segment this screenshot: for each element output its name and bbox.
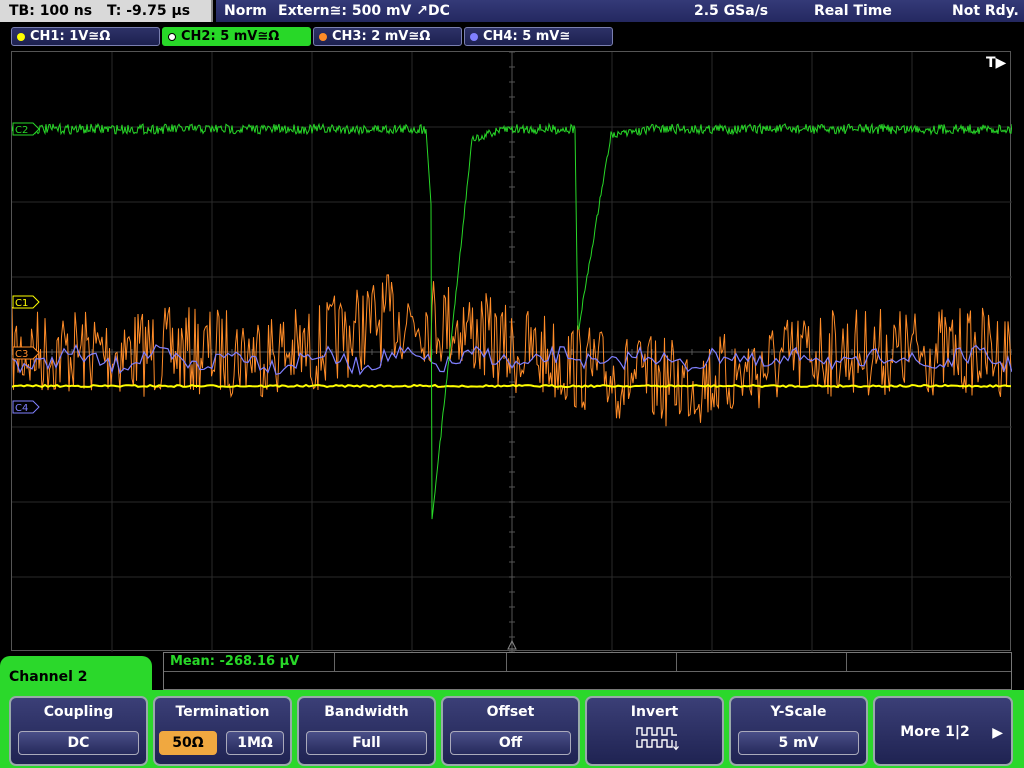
acquisition-mode: Real Time bbox=[814, 3, 892, 19]
ch3-dot-icon bbox=[319, 32, 327, 41]
yscale-value[interactable]: 5 mV bbox=[738, 731, 859, 755]
termination-label: Termination bbox=[175, 704, 270, 720]
measurement-panel: Mean: -268.16 µV bbox=[163, 652, 1012, 690]
graticule-and-traces: T▶ C1 C3 C4 C2 bbox=[12, 52, 1012, 652]
tab-ch4[interactable]: CH4: 5 mV≅ bbox=[464, 27, 613, 46]
svg-text:C3: C3 bbox=[15, 349, 28, 360]
timebase-box[interactable]: TB: 100 ns T: -9.75 µs bbox=[0, 0, 213, 22]
ch4-level-marker[interactable]: C4 bbox=[12, 400, 40, 414]
ch4-label: CH4: 5 mV≅ bbox=[483, 29, 571, 44]
trigger-mode: Norm bbox=[224, 3, 267, 19]
sample-rate: 2.5 GSa/s bbox=[694, 3, 769, 19]
ch2-dot-icon bbox=[168, 32, 176, 41]
coupling-softkey[interactable]: Coupling DC bbox=[9, 696, 148, 766]
ch3-label: CH3: 2 mV≅Ω bbox=[332, 29, 431, 44]
more-softkey[interactable]: More 1|2 ▶ bbox=[873, 696, 1013, 766]
svg-text:C2: C2 bbox=[15, 125, 28, 136]
invert-waveform-icon bbox=[636, 727, 679, 751]
more-label: More 1|2 bbox=[900, 724, 970, 740]
invert-label: Invert bbox=[630, 704, 679, 720]
right-arrow-icon: ▶ bbox=[992, 725, 1003, 741]
trigger-source: Extern≅: 500 mV ↗DC bbox=[278, 3, 450, 19]
trigger-bar[interactable]: Norm Extern≅: 500 mV ↗DC 2.5 GSa/s Real … bbox=[216, 0, 1024, 22]
svg-text:C4: C4 bbox=[15, 403, 28, 414]
trigger-position-icon: T▶ bbox=[986, 55, 1007, 71]
yscale-label: Y-Scale bbox=[770, 704, 827, 720]
menu-title: Channel 2 bbox=[0, 656, 152, 700]
coupling-value[interactable]: DC bbox=[18, 731, 139, 755]
ch4-dot-icon bbox=[470, 32, 478, 41]
ch1-level-marker[interactable]: C1 bbox=[12, 295, 40, 309]
termination-50ohm-option[interactable]: 50Ω bbox=[159, 731, 217, 755]
mean-measurement: Mean: -268.16 µV bbox=[170, 654, 300, 669]
status-bar: TB: 100 ns T: -9.75 µs Norm Extern≅: 500… bbox=[0, 0, 1024, 24]
timebase-value: TB: 100 ns bbox=[9, 3, 93, 19]
ch1-dot-icon bbox=[17, 32, 25, 41]
tab-ch3[interactable]: CH3: 2 mV≅Ω bbox=[313, 27, 462, 46]
offset-value[interactable]: Off bbox=[450, 731, 571, 755]
invert-softkey[interactable]: Invert bbox=[585, 696, 724, 766]
waveform-display[interactable]: T▶ C1 C3 C4 C2 bbox=[11, 51, 1012, 652]
offset-softkey[interactable]: Offset Off bbox=[441, 696, 580, 766]
bandwidth-label: Bandwidth bbox=[324, 704, 409, 720]
termination-softkey[interactable]: Termination 50Ω 1MΩ bbox=[153, 696, 292, 766]
trigger-time-value: T: -9.75 µs bbox=[106, 3, 191, 19]
termination-1mohm-option[interactable]: 1MΩ bbox=[226, 731, 284, 755]
coupling-label: Coupling bbox=[43, 704, 114, 720]
ch3-level-marker[interactable]: C3 bbox=[12, 346, 40, 360]
offset-label: Offset bbox=[486, 704, 535, 720]
bandwidth-value[interactable]: Full bbox=[306, 731, 427, 755]
yscale-softkey[interactable]: Y-Scale 5 mV bbox=[729, 696, 868, 766]
acquisition-state: Not Rdy. bbox=[952, 3, 1019, 19]
bandwidth-softkey[interactable]: Bandwidth Full bbox=[297, 696, 436, 766]
tab-ch1[interactable]: CH1: 1V≅Ω bbox=[11, 27, 160, 46]
ch2-label: CH2: 5 mV≅Ω bbox=[181, 29, 280, 44]
ch1-label: CH1: 1V≅Ω bbox=[30, 29, 111, 44]
svg-text:C1: C1 bbox=[15, 298, 28, 309]
tab-ch2[interactable]: CH2: 5 mV≅Ω bbox=[162, 27, 311, 46]
